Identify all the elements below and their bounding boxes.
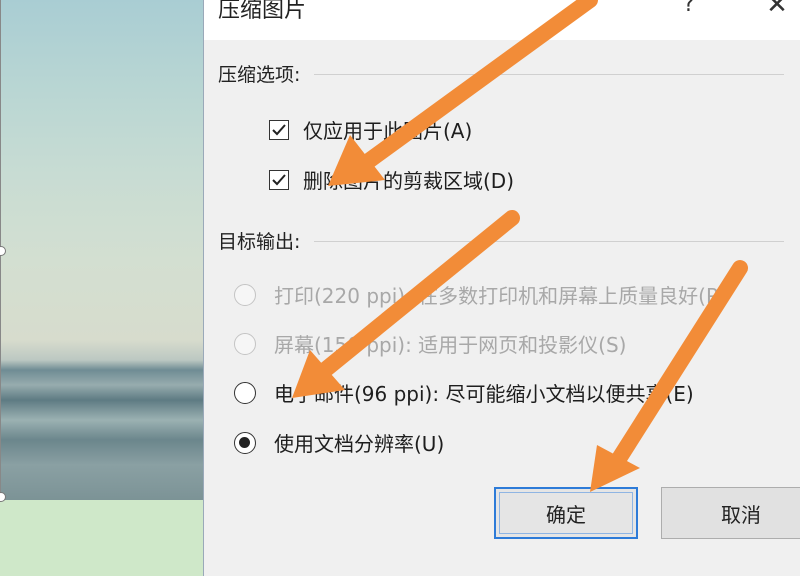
target-output-label: 目标输出:	[218, 231, 301, 253]
radio-print-label: 打印(220 ppi): 在多数打印机和屏幕上质量良好(P)	[274, 284, 726, 308]
radio-print-option[interactable]: 打印(220 ppi): 在多数打印机和屏幕上质量良好(P)	[234, 280, 726, 309]
background-photo	[0, 0, 205, 500]
apply-only-checkbox[interactable]	[269, 119, 289, 140]
dialog-titlebar: 压缩图片 ? ✕	[204, 0, 800, 40]
radio-email-option[interactable]: 电子邮件(96 ppi): 尽可能缩小文档以便共享(E)	[234, 378, 694, 407]
delete-cropped-label: 删除图片的剪裁区域(D)	[303, 169, 515, 193]
check-icon	[272, 123, 286, 135]
slide-background	[0, 500, 205, 576]
delete-cropped-areas-option[interactable]: 删除图片的剪裁区域(D)	[269, 165, 514, 194]
delete-cropped-checkbox[interactable]	[269, 169, 289, 190]
cancel-button[interactable]: 取消	[661, 487, 800, 539]
check-icon	[272, 173, 286, 185]
radio-print[interactable]	[234, 283, 256, 306]
radio-selected-dot	[239, 436, 250, 448]
apply-only-this-picture-option[interactable]: 仅应用于此图片(A)	[269, 115, 472, 144]
radio-email-label: 电子邮件(96 ppi): 尽可能缩小文档以便共享(E)	[274, 382, 694, 406]
radio-document-resolution-label: 使用文档分辨率(U)	[274, 432, 445, 456]
radio-screen-label: 屏幕(150 ppi): 适用于网页和投影仪(S)	[274, 333, 627, 357]
help-button[interactable]: ?	[674, 0, 704, 32]
section-divider	[314, 241, 784, 242]
radio-document-resolution[interactable]	[234, 431, 256, 454]
close-button[interactable]: ✕	[759, 0, 795, 34]
dialog-title: 压缩图片	[218, 0, 307, 23]
apply-only-label: 仅应用于此图片(A)	[303, 119, 473, 143]
compress-pictures-dialog: 压缩图片 ? ✕ 压缩选项: 仅应用于此图片(A) 删除图片的剪裁区域(D) 目…	[203, 0, 800, 576]
radio-screen-option[interactable]: 屏幕(150 ppi): 适用于网页和投影仪(S)	[234, 329, 626, 358]
section-divider	[314, 74, 784, 75]
compression-options-label: 压缩选项:	[218, 64, 301, 86]
radio-document-resolution-option[interactable]: 使用文档分辨率(U)	[234, 428, 444, 457]
cancel-button-label: 取消	[721, 502, 761, 527]
ok-button[interactable]: 确定	[494, 487, 638, 539]
radio-email[interactable]	[234, 381, 256, 404]
radio-screen[interactable]	[234, 332, 256, 355]
ok-focus-ring	[499, 492, 633, 534]
